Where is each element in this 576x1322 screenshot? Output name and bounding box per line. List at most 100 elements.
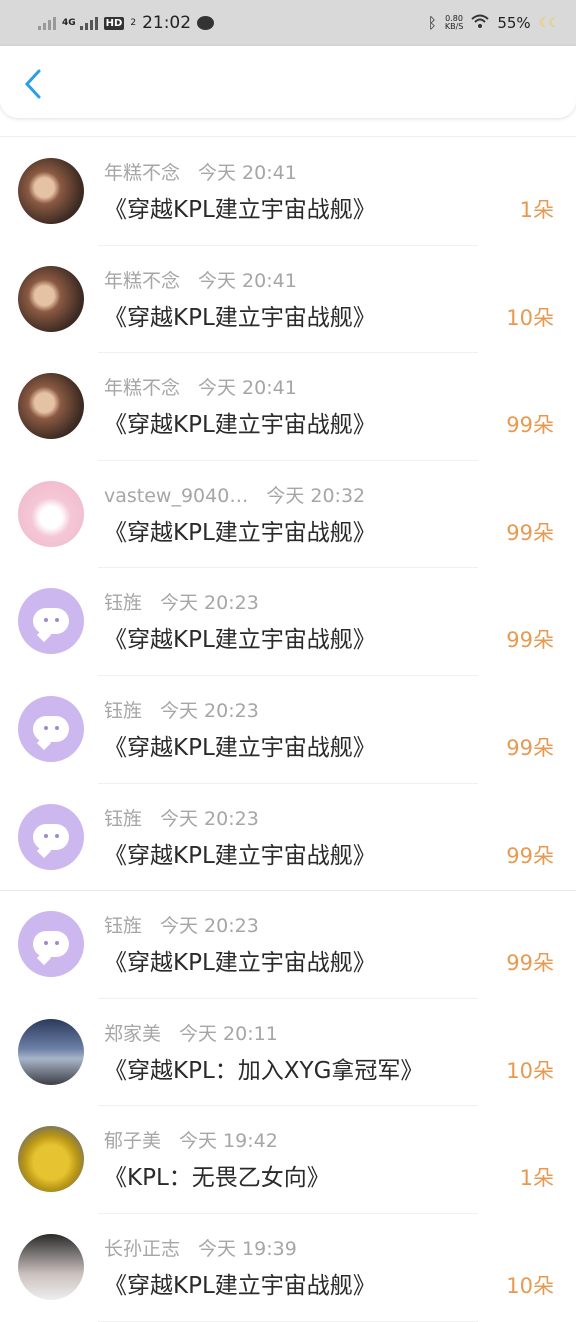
chevron-left-icon — [24, 69, 41, 99]
chat-bubble-icon — [33, 715, 69, 742]
book-title[interactable]: 《穿越KPL建立宇宙战舰》 — [104, 728, 376, 762]
status-bar: 4G HD 2 21:02 ᛒ 0.80 KB/S 55% ☾☾ — [0, 0, 576, 46]
avatar[interactable] — [18, 265, 84, 332]
list-item[interactable]: 钰旌 今天 20:23 《穿越KPL建立宇宙战舰》 99朵 — [0, 568, 576, 676]
send-time: 今天 20:32 — [266, 484, 366, 507]
list-item[interactable]: 钰旌 今天 20:23 《穿越KPL建立宇宙战舰》 99朵 — [0, 676, 576, 784]
avatar[interactable] — [18, 588, 84, 655]
sender-meta: 年糕不念 今天 20:41 — [104, 266, 297, 293]
avatar[interactable] — [18, 480, 84, 547]
send-time: 今天 20:23 — [160, 699, 259, 722]
flower-amount: 99朵 — [506, 520, 554, 545]
sender-name[interactable]: 年糕不念 — [104, 377, 180, 399]
avatar[interactable] — [18, 911, 84, 978]
net-speed-unit: KB/S — [444, 22, 464, 31]
bubble-eye-left — [44, 941, 48, 946]
sender-meta: vastew_9040… 今天 20:32 — [104, 481, 365, 508]
send-time: 今天 20:23 — [160, 807, 259, 830]
row-divider — [98, 1320, 478, 1322]
book-title[interactable]: 《穿越KPL建立宇宙战舰》 — [104, 190, 376, 224]
flower-amount: 1朵 — [519, 198, 554, 222]
flower-amount: 10朵 — [506, 305, 554, 330]
avatar[interactable] — [18, 158, 84, 224]
flower-amount: 99朵 — [506, 951, 554, 976]
net-speed: 0.80 KB/S — [445, 15, 464, 31]
battery-level: 55% — [497, 14, 531, 32]
sender-name[interactable]: 年糕不念 — [104, 162, 180, 184]
hd-badge: HD — [103, 16, 125, 30]
sender-name[interactable]: 年糕不念 — [104, 270, 180, 292]
list-item[interactable]: 年糕不念 今天 20:41 《穿越KPL建立宇宙战舰》 1朵 — [0, 138, 576, 246]
sender-name[interactable]: 郁子美 — [104, 1130, 161, 1152]
flower-amount: 1朵 — [519, 1166, 554, 1191]
book-title[interactable]: 《穿越KPL：加入XYG拿冠军》 — [104, 1051, 423, 1085]
sender-meta: 钰旌 今天 20:23 — [104, 588, 259, 615]
sender-meta: 长孙正志 今天 19:39 — [104, 1234, 297, 1261]
book-title[interactable]: 《穿越KPL建立宇宙战舰》 — [104, 836, 376, 870]
clock: 21:02 — [142, 13, 192, 33]
send-time: 今天 19:39 — [198, 1237, 297, 1260]
sender-meta: 年糕不念 今天 20:41 — [104, 373, 297, 400]
book-title[interactable]: 《穿越KPL建立宇宙战舰》 — [104, 405, 376, 439]
signal-sim1-icon — [38, 16, 56, 30]
sender-name[interactable]: 钰旌 — [104, 592, 142, 614]
wifi-icon — [471, 14, 490, 32]
book-title[interactable]: 《穿越KPL建立宇宙战舰》 — [104, 1266, 376, 1300]
send-time: 今天 20:41 — [198, 269, 297, 292]
send-time: 今天 19:42 — [179, 1130, 278, 1153]
chat-bubble-icon — [33, 931, 69, 958]
sender-name[interactable]: 钰旌 — [104, 808, 142, 830]
list-item[interactable]: 年糕不念 今天 20:41 《穿越KPL建立宇宙战舰》 99朵 — [0, 353, 576, 461]
sender-name[interactable]: 钰旌 — [104, 700, 142, 722]
flower-amount: 99朵 — [506, 628, 554, 653]
bubble-eye-right — [55, 941, 59, 946]
bubble-eye-left — [44, 725, 48, 730]
flower-amount: 99朵 — [506, 735, 554, 760]
flower-amount: 10朵 — [506, 1273, 554, 1298]
list-item[interactable]: 钰旌 今天 20:23 《穿越KPL建立宇宙战舰》 99朵 — [0, 784, 576, 892]
book-title[interactable]: 《穿越KPL建立宇宙战舰》 — [104, 620, 376, 654]
flower-amount: 10朵 — [506, 1058, 554, 1083]
book-title[interactable]: 《穿越KPL建立宇宙战舰》 — [104, 298, 376, 332]
signal-sim2-icon — [79, 16, 98, 30]
list-item[interactable]: 年糕不念 今天 20:41 《穿越KPL建立宇宙战舰》 10朵 — [0, 246, 576, 354]
bubble-eye-right — [55, 618, 59, 623]
bubble-eye-left — [44, 833, 48, 838]
list-item[interactable]: 郑家美 今天 20:11 《穿越KPL：加入XYG拿冠军》 10朵 — [0, 999, 576, 1107]
sender-name[interactable]: 长孙正志 — [104, 1238, 180, 1260]
sender-meta: 郑家美 今天 20:11 — [104, 1019, 278, 1046]
header-bar — [0, 46, 576, 118]
back-button[interactable] — [18, 66, 48, 102]
sender-name[interactable]: 郑家美 — [104, 1023, 161, 1045]
list-item[interactable]: 钰旌 今天 20:23 《穿越KPL建立宇宙战舰》 99朵 — [0, 891, 576, 999]
book-title[interactable]: 《KPL：无畏乙女向》 — [104, 1158, 330, 1192]
book-title[interactable]: 《穿越KPL建立宇宙战舰》 — [104, 943, 376, 977]
send-time: 今天 20:11 — [179, 1022, 278, 1045]
send-time: 今天 20:23 — [160, 592, 259, 615]
sender-meta: 郁子美 今天 19:42 — [104, 1126, 278, 1153]
avatar[interactable] — [18, 803, 84, 870]
sender-name[interactable]: 钰旌 — [104, 915, 142, 937]
book-title[interactable]: 《穿越KPL建立宇宙战舰》 — [104, 513, 376, 547]
avatar[interactable] — [18, 373, 84, 440]
sender-meta: 钰旌 今天 20:23 — [104, 696, 259, 723]
avatar[interactable] — [18, 1233, 84, 1300]
send-time: 今天 20:41 — [198, 162, 297, 184]
sender-name[interactable]: vastew_9040… — [104, 485, 248, 507]
status-right: ᛒ 0.80 KB/S 55% ☾☾ — [428, 14, 560, 32]
hd-sub: 2 — [130, 18, 137, 28]
list-top-divider — [0, 136, 576, 137]
wechat-notification-icon — [197, 16, 215, 30]
list-item[interactable]: 郁子美 今天 19:42 《KPL：无畏乙女向》 1朵 — [0, 1106, 576, 1214]
avatar[interactable] — [18, 1126, 84, 1193]
bubble-eye-right — [55, 833, 59, 838]
send-time: 今天 20:41 — [198, 377, 297, 400]
bubble-eye-right — [55, 725, 59, 730]
moon-icon: ☾☾ — [538, 15, 560, 31]
bubble-eye-left — [44, 618, 48, 623]
avatar[interactable] — [18, 1018, 84, 1085]
avatar[interactable] — [18, 695, 84, 762]
list-item[interactable]: vastew_9040… 今天 20:32 《穿越KPL建立宇宙战舰》 99朵 — [0, 461, 576, 569]
flower-amount: 99朵 — [506, 843, 554, 868]
list-item[interactable]: 长孙正志 今天 19:39 《穿越KPL建立宇宙战舰》 10朵 — [0, 1214, 576, 1322]
